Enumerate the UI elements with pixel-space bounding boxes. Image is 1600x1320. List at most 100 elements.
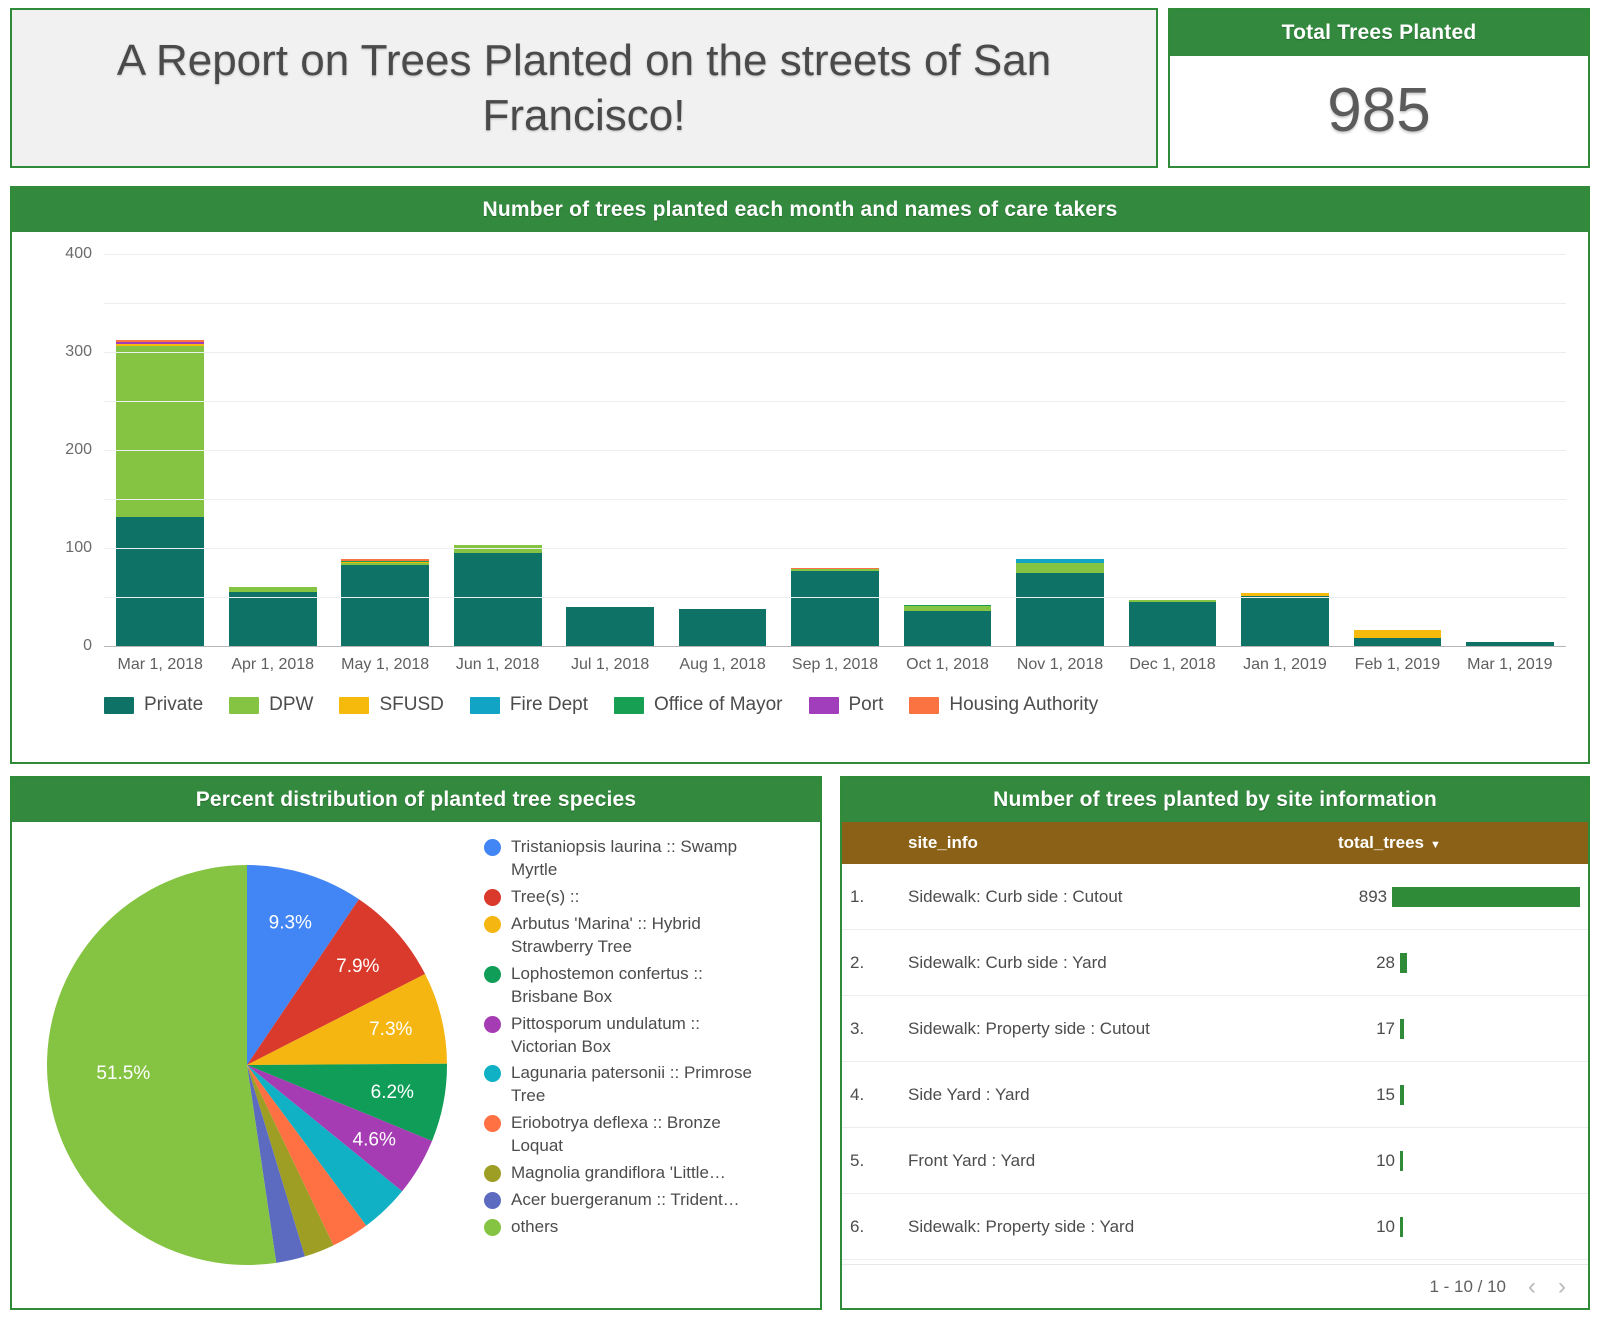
bar-stack[interactable] — [791, 568, 879, 646]
bar-segment[interactable] — [341, 565, 429, 646]
bar-segment[interactable] — [1016, 563, 1104, 573]
pie-legend-item[interactable]: Pittosporum undulatum :: Victorian Box — [484, 1013, 812, 1059]
pie-legend-item[interactable]: Eriobotrya deflexa :: Bronze Loquat — [484, 1112, 812, 1158]
total-trees-bar — [1392, 887, 1580, 907]
bar-segment[interactable] — [1354, 638, 1442, 646]
table-row[interactable]: 6.Sidewalk: Property side : Yard10 — [842, 1194, 1588, 1260]
bar-stack[interactable] — [679, 609, 767, 646]
legend-item[interactable]: Private — [104, 694, 203, 716]
x-axis-label: Dec 1, 2018 — [1116, 656, 1228, 674]
gridline — [104, 548, 1566, 549]
y-axis-tick: 300 — [65, 343, 92, 361]
monthly-trees-bar-chart-card: Number of trees planted each month and n… — [10, 186, 1590, 764]
pie-legend-item[interactable]: Arbutus 'Marina' :: Hybrid Strawberry Tr… — [484, 913, 812, 959]
table-row[interactable]: 1.Sidewalk: Curb side : Cutout893 — [842, 864, 1588, 930]
pie-svg: 9.3%7.9%7.3%6.2%4.6%51.5% — [42, 860, 452, 1270]
pie-legend-color-dot — [484, 966, 501, 983]
bar-segment[interactable] — [1016, 573, 1104, 647]
bar-segment[interactable] — [116, 346, 204, 517]
pie-legend-item-label: Pittosporum undulatum :: Victorian Box — [511, 1013, 759, 1059]
gridline — [104, 597, 1566, 598]
x-axis-label: Apr 1, 2018 — [216, 656, 328, 674]
legend-item[interactable]: Fire Dept — [470, 694, 588, 716]
table-row[interactable]: 5.Front Yard : Yard10 — [842, 1128, 1588, 1194]
bar-segment[interactable] — [566, 607, 654, 646]
table-row[interactable]: 4.Side Yard : Yard15 — [842, 1062, 1588, 1128]
pie-legend-item[interactable]: Magnolia grandiflora 'Little… — [484, 1162, 812, 1185]
pie-slice-percent-label: 6.2% — [371, 1082, 414, 1103]
pie-legend-item[interactable]: Acer buergeranum :: Trident… — [484, 1189, 812, 1212]
pie-slice[interactable] — [47, 865, 276, 1265]
pie-slice-percent-label: 51.5% — [96, 1063, 150, 1084]
legend-color-swatch — [229, 697, 259, 714]
sort-descending-icon[interactable]: ▼ — [1430, 839, 1441, 851]
kpi-label: Total Trees Planted — [1170, 10, 1588, 56]
bar-stack[interactable] — [1354, 630, 1442, 646]
y-axis-tick: 0 — [83, 637, 92, 655]
total-trees-value-with-bar: 17 — [1338, 1007, 1580, 1050]
bar-segment[interactable] — [1354, 630, 1442, 638]
pie-legend-item[interactable]: Tree(s) :: — [484, 886, 812, 909]
pie-legend-item-label: Arbutus 'Marina' :: Hybrid Strawberry Tr… — [511, 913, 759, 959]
legend-item-label: SFUSD — [379, 694, 443, 716]
legend-item-label: Housing Authority — [949, 694, 1098, 716]
gridline — [104, 450, 1566, 451]
total-trees-cell: 28 — [1330, 930, 1588, 996]
pagination-prev-icon[interactable]: ‹ — [1528, 1275, 1536, 1299]
pie-legend-item[interactable]: Tristaniopsis laurina :: Swamp Myrtle — [484, 836, 812, 882]
pagination-next-icon[interactable]: › — [1558, 1275, 1566, 1299]
row-index-cell: 3. — [842, 996, 900, 1062]
x-axis-label: Aug 1, 2018 — [666, 656, 778, 674]
bar-segment[interactable] — [904, 611, 992, 646]
gridline — [104, 303, 1566, 304]
bar-stack[interactable] — [904, 605, 992, 646]
column-header-total-trees-label: total_trees — [1338, 833, 1424, 852]
bar-segment[interactable] — [679, 609, 767, 646]
bar-segment[interactable] — [791, 571, 879, 646]
legend-item[interactable]: Port — [809, 694, 884, 716]
gridline — [104, 254, 1566, 255]
pie-legend-item[interactable]: others — [484, 1216, 812, 1239]
bar-stack[interactable] — [566, 607, 654, 646]
pie-legend-item[interactable]: Lophostemon confertus :: Brisbane Box — [484, 963, 812, 1009]
pie-legend-color-dot — [484, 916, 501, 933]
bar-segment[interactable] — [454, 553, 542, 646]
column-header-index[interactable] — [842, 822, 900, 864]
bar-stack[interactable] — [1241, 593, 1329, 646]
row-index-cell: 6. — [842, 1194, 900, 1260]
legend-item[interactable]: SFUSD — [339, 694, 443, 716]
bar-stack[interactable] — [1016, 559, 1104, 646]
column-header-site-info[interactable]: site_info — [900, 822, 1330, 864]
site-info-cell: Sidewalk: Property side : Cutout — [900, 996, 1330, 1062]
bar-segment[interactable] — [229, 592, 317, 646]
pie-legend-item-label: Eriobotrya deflexa :: Bronze Loquat — [511, 1112, 759, 1158]
x-axis-label: Jul 1, 2018 — [554, 656, 666, 674]
gridline — [104, 499, 1566, 500]
bar-segment[interactable] — [1241, 596, 1329, 646]
legend-item[interactable]: Housing Authority — [909, 694, 1098, 716]
report-title-card: A Report on Trees Planted on the streets… — [10, 8, 1158, 168]
kpi-value: 985 — [1170, 56, 1588, 164]
pie-legend-item-label: Tristaniopsis laurina :: Swamp Myrtle — [511, 836, 759, 882]
x-axis-label: Mar 1, 2018 — [104, 656, 216, 674]
row-index-cell: 4. — [842, 1062, 900, 1128]
bar-stack[interactable] — [341, 559, 429, 646]
total-trees-bar — [1400, 1151, 1403, 1171]
pie-legend-item[interactable]: Lagunaria patersonii :: Primrose Tree — [484, 1062, 812, 1108]
legend-item-label: Fire Dept — [510, 694, 588, 716]
legend-item[interactable]: DPW — [229, 694, 313, 716]
x-axis-label: Nov 1, 2018 — [1004, 656, 1116, 674]
total-trees-value-with-bar: 10 — [1338, 1139, 1580, 1182]
legend-item[interactable]: Office of Mayor — [614, 694, 782, 716]
legend-item-label: Port — [849, 694, 884, 716]
table-row[interactable]: 2.Sidewalk: Curb side : Yard28 — [842, 930, 1588, 996]
total-trees-bar — [1400, 1217, 1403, 1237]
bar-stack[interactable] — [1129, 600, 1217, 646]
bar-segment[interactable] — [1129, 602, 1217, 646]
bar-segment[interactable] — [116, 517, 204, 646]
column-header-total-trees[interactable]: total_trees ▼ — [1330, 822, 1588, 864]
table-row[interactable]: 3.Sidewalk: Property side : Cutout17 — [842, 996, 1588, 1062]
bar-stack[interactable] — [454, 545, 542, 646]
bar-stack[interactable] — [116, 340, 204, 646]
x-axis-label: May 1, 2018 — [329, 656, 441, 674]
